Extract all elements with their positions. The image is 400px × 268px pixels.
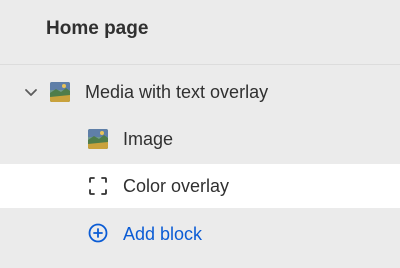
page-title: Home page — [46, 18, 149, 39]
add-block-label: Add block — [123, 224, 203, 244]
block-label-color-overlay: Color overlay — [123, 176, 230, 196]
plus-circle-icon — [88, 223, 108, 243]
landscape-thumbnail-icon — [88, 129, 108, 149]
section-item-media-with-text-overlay[interactable]: Media with text overlay — [0, 70, 400, 114]
add-block-button[interactable]: Add block — [0, 212, 400, 256]
block-item-color-overlay[interactable]: Color overlay — [0, 164, 400, 208]
landscape-thumbnail-icon — [50, 82, 70, 102]
block-label-image: Image — [123, 129, 174, 149]
chevron-down-icon[interactable] — [22, 83, 40, 101]
section-label: Media with text overlay — [85, 82, 269, 102]
header-divider — [0, 64, 400, 65]
dashed-square-icon — [89, 177, 107, 195]
block-item-image[interactable]: Image — [0, 117, 400, 161]
